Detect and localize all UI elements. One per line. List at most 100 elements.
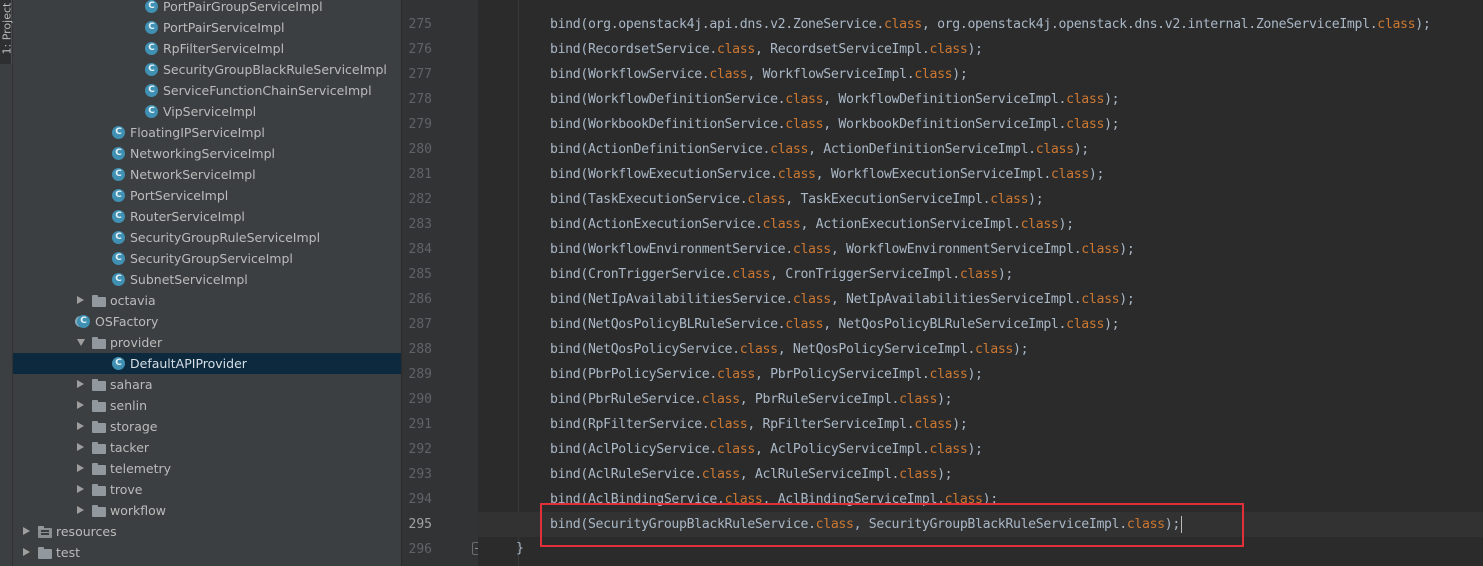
code-line[interactable]: bind(WorkflowService.class, WorkflowServ… — [550, 62, 968, 87]
expand-arrow-right-icon[interactable] — [77, 485, 84, 493]
expand-arrow-right-icon[interactable] — [77, 506, 84, 514]
expand-arrow-right-icon[interactable] — [23, 548, 30, 556]
class-icon: C — [77, 315, 90, 328]
class-icon: C — [112, 273, 125, 286]
code-segment: bind(PbrRuleService. — [550, 392, 702, 407]
expand-arrow-right-icon[interactable] — [77, 296, 84, 304]
code-line[interactable]: bind(NetIpAvailabilitiesService.class, N… — [550, 287, 1135, 312]
folder-icon — [92, 379, 106, 391]
tree-class-item[interactable]: C PortPairServiceImpl — [13, 17, 401, 38]
line-number: 278 — [408, 92, 432, 107]
line-number: 277 — [408, 67, 432, 82]
folder-icon — [92, 484, 106, 496]
code-line[interactable]: bind(PbrPolicyService.class, PbrPolicySe… — [550, 362, 983, 387]
class-keyword: class — [716, 442, 755, 457]
tree-class-item[interactable]: C RouterServiceImpl — [13, 206, 401, 227]
tree-folder-item[interactable]: senlin — [13, 395, 401, 416]
code-segment: , SecurityGroupBlackRuleServiceImpl. — [853, 517, 1128, 532]
tree-class-item[interactable]: C PortPairGroupServiceImpl — [13, 0, 401, 17]
code-segment: bind(TaskExecutionService. — [550, 192, 748, 207]
code-line[interactable]: bind(SecurityGroupBlackRuleService.class… — [550, 512, 1182, 537]
class-keyword: class — [716, 367, 755, 382]
expand-arrow-right-icon[interactable] — [23, 527, 30, 535]
tree-folder-item[interactable]: tacker — [13, 437, 401, 458]
class-keyword: class — [724, 492, 763, 507]
class-keyword: class — [929, 42, 968, 57]
expand-arrow-right-icon[interactable] — [77, 380, 84, 388]
project-tool-tab-label: 1: Project — [0, 2, 14, 55]
code-segment: , PbrPolicyServiceImpl. — [754, 367, 930, 382]
tree-class-item[interactable]: C DefaultAPIProvider — [13, 353, 401, 374]
tree-item-label: workflow — [110, 503, 166, 518]
expand-arrow-right-icon[interactable] — [77, 464, 84, 472]
class-keyword: class — [777, 167, 816, 182]
class-icon: C — [145, 84, 158, 97]
folder-icon — [92, 463, 106, 475]
tree-class-item[interactable]: C NetworkingServiceImpl — [13, 143, 401, 164]
code-segment: ); — [997, 267, 1014, 282]
code-line[interactable]: bind(org.openstack4j.api.dns.v2.ZoneServ… — [550, 12, 1431, 37]
code-segment: ); — [982, 492, 999, 507]
project-tree[interactable]: C PortPairGroupServiceImpl C PortPairServic… — [13, 0, 401, 566]
code-line[interactable]: bind(WorkflowExecutionService.class, Wor… — [550, 162, 1104, 187]
tree-folder-item[interactable]: resources — [13, 521, 401, 542]
tree-item-label: NetworkingServiceImpl — [130, 146, 275, 161]
class-icon: C — [145, 42, 158, 55]
tree-folder-item[interactable]: workflow — [13, 500, 401, 521]
code-line[interactable]: bind(AclRuleService.class, AclRuleServic… — [550, 462, 953, 487]
code-line[interactable]: bind(NetQosPolicyService.class, NetQosPo… — [550, 337, 1029, 362]
tree-folder-item[interactable]: octavia — [13, 290, 401, 311]
expand-arrow-right-icon[interactable] — [77, 401, 84, 409]
tree-class-item[interactable]: C VipServiceImpl — [13, 101, 401, 122]
class-keyword: class — [732, 267, 771, 282]
code-segment: ); — [1119, 292, 1135, 307]
tree-folder-item[interactable]: trove — [13, 479, 401, 500]
tree-folder-item[interactable]: telemetry — [13, 458, 401, 479]
code-line[interactable]: bind(RpFilterService.class, RpFilterServ… — [550, 412, 968, 437]
code-segment: , WorkbookDefinitionServiceImpl. — [823, 117, 1067, 132]
code-segment: , NetQosPolicyServiceImpl. — [777, 342, 976, 357]
code-segment: ); — [1104, 117, 1120, 132]
indent-guide — [518, 0, 519, 566]
tree-class-item[interactable]: C SecurityGroupRuleServiceImpl — [13, 227, 401, 248]
code-editor[interactable]: } bind(org.openstack4j.api.dns.v2.ZoneSe… — [478, 0, 1483, 566]
project-tool-tab[interactable]: 1: Project — [0, 0, 14, 64]
tree-folder-item[interactable]: sahara — [13, 374, 401, 395]
code-line[interactable]: bind(CronTriggerService.class, CronTrigg… — [550, 262, 1013, 287]
tree-folder-item[interactable]: provider — [13, 332, 401, 353]
tree-folder-item[interactable]: storage — [13, 416, 401, 437]
code-line[interactable]: bind(PbrRuleService.class, PbrRuleServic… — [550, 387, 953, 412]
code-line[interactable]: bind(NetQosPolicyBLRuleService.class, Ne… — [550, 312, 1120, 337]
line-number: 282 — [408, 192, 432, 207]
tree-class-item[interactable]: C SubnetServiceImpl — [13, 269, 401, 290]
tree-folder-item[interactable]: test — [13, 542, 401, 563]
line-number-gutter[interactable]: 275 276 277 278 279 280 281 282 283 284 285 286 287 2… — [401, 0, 485, 566]
tree-class-item[interactable]: C SecurityGroupBlackRuleServiceImpl — [13, 59, 401, 80]
tree-item-label: trove — [110, 482, 143, 497]
line-number: 293 — [408, 467, 432, 482]
code-line[interactable]: bind(ActionDefinitionService.class, Acti… — [550, 137, 1089, 162]
folder-icon — [92, 421, 106, 433]
tree-class-item[interactable]: C FloatingIPServiceImpl — [13, 122, 401, 143]
expand-arrow-right-icon[interactable] — [77, 443, 84, 451]
tree-class-item[interactable]: C ServiceFunctionChainServiceImpl — [13, 80, 401, 101]
code-line[interactable]: bind(AclPolicyService.class, AclPolicySe… — [550, 437, 983, 462]
folder-icon — [92, 400, 106, 412]
code-line[interactable]: bind(WorkbookDefinitionService.class, Wo… — [550, 112, 1120, 137]
code-segment: bind(NetQosPolicyBLRuleService. — [550, 317, 786, 332]
code-line[interactable]: bind(TaskExecutionService.class, TaskExe… — [550, 187, 1044, 212]
tree-class-item[interactable]: C PortServiceImpl — [13, 185, 401, 206]
code-line[interactable]: bind(AclBindingService.class, AclBinding… — [550, 487, 998, 512]
tree-class-item[interactable]: C OSFactory — [13, 311, 401, 332]
expand-arrow-right-icon[interactable] — [77, 422, 84, 430]
code-line[interactable]: bind(ActionExecutionService.class, Actio… — [550, 212, 1074, 237]
code-line[interactable]: bind(WorkflowEnvironmentService.class, W… — [550, 237, 1135, 262]
expand-arrow-down-icon[interactable] — [77, 339, 85, 346]
tree-class-item[interactable]: C SecurityGroupServiceImpl — [13, 248, 401, 269]
tree-class-item[interactable]: C RpFilterServiceImpl — [13, 38, 401, 59]
code-line[interactable]: bind(WorkflowDefinitionService.class, Wo… — [550, 87, 1120, 112]
code-line[interactable]: bind(RecordsetService.class, RecordsetSe… — [550, 37, 983, 62]
code-segment: , AclRuleServiceImpl. — [739, 467, 900, 482]
tree-item-label: NetworkServiceImpl — [130, 167, 256, 182]
tree-class-item[interactable]: C NetworkServiceImpl — [13, 164, 401, 185]
